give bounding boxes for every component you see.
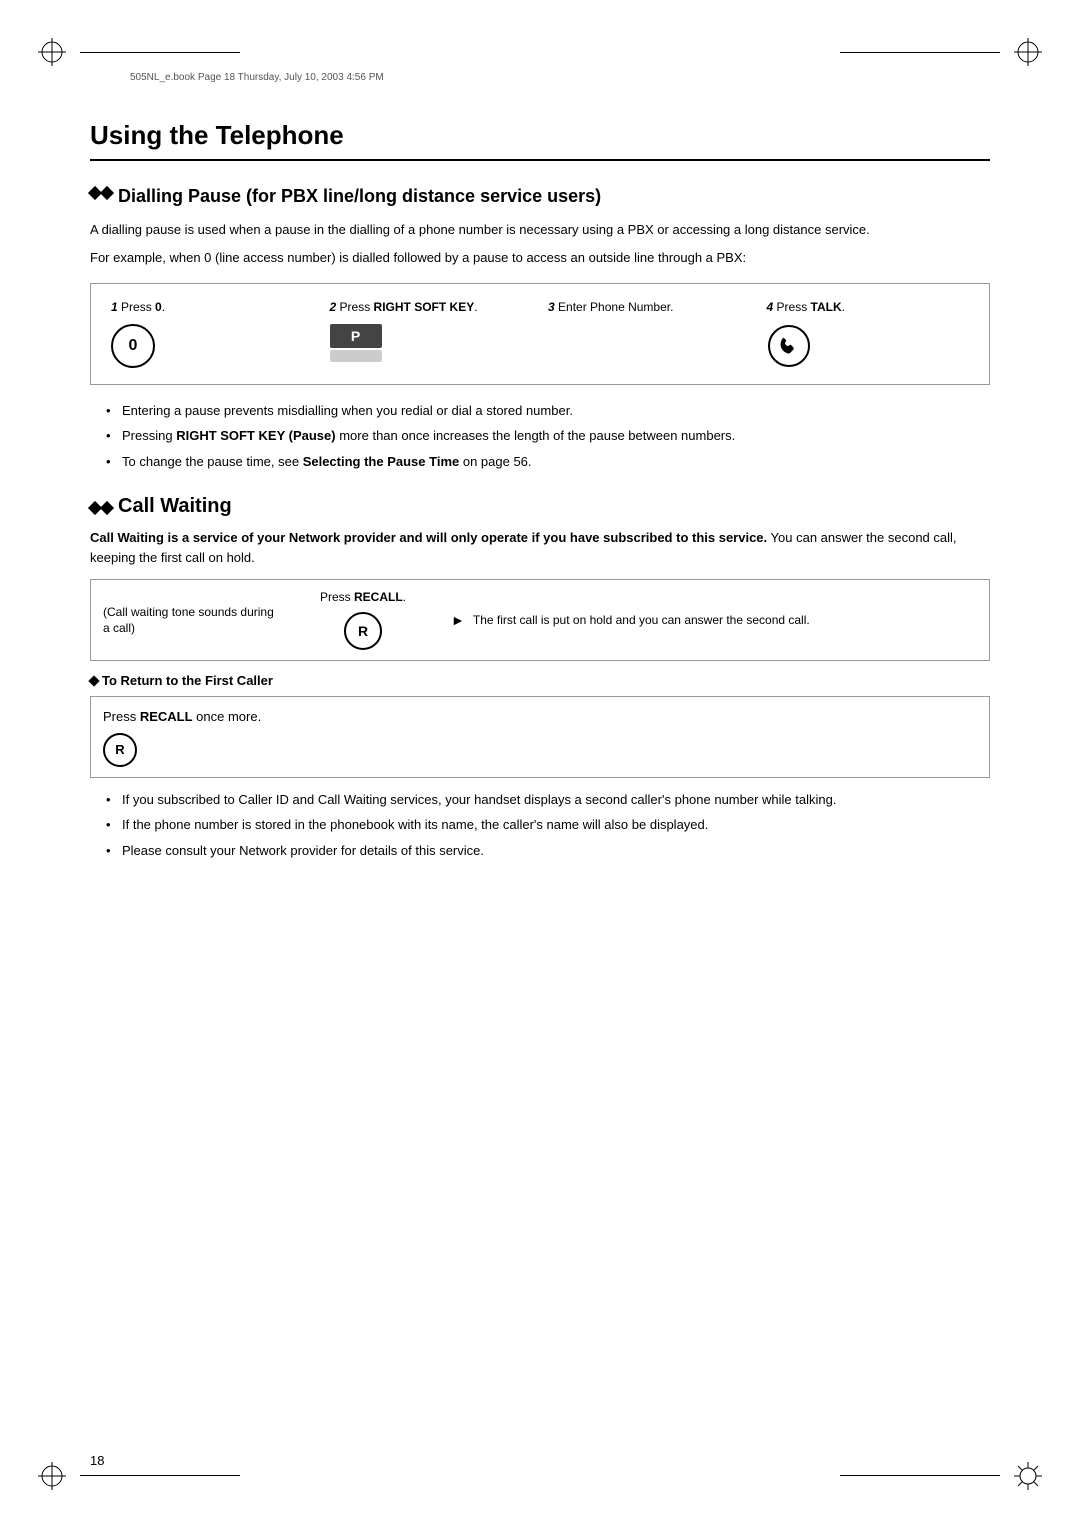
step-3-number: 3 — [548, 300, 555, 314]
corner-mark-tr — [1014, 38, 1042, 66]
dialling-pause-heading: Dialling Pause (for PBX line/long distan… — [90, 185, 990, 208]
cw-bullet-1: If you subscribed to Caller ID and Call … — [106, 790, 990, 810]
bullet-2: Pressing RIGHT SOFT KEY (Pause) more tha… — [106, 426, 990, 446]
return-to-first-caller-heading: To Return to the First Caller — [90, 673, 990, 688]
step-2-label: 2 Press RIGHT SOFT KEY. — [330, 300, 478, 316]
recall-key-r2: R — [103, 733, 137, 767]
cw-cell-2: Press RECALL. R — [283, 590, 443, 650]
zero-key: 0 — [111, 324, 155, 368]
diamond-2 — [100, 186, 114, 200]
arrow-right-icon: ► — [451, 612, 465, 628]
call-waiting-intro-bold: Call Waiting is a service of your Networ… — [90, 530, 767, 545]
recall-box: Press RECALL once more. R — [90, 696, 990, 778]
p-button-top: P — [330, 324, 382, 348]
top-rule-right — [840, 52, 1000, 53]
cw-diamond-2 — [100, 501, 114, 515]
p-button-bottom — [330, 350, 382, 362]
corner-mark-tl — [38, 38, 66, 66]
step-2-number: 2 — [330, 300, 337, 314]
cw-bullet-3: Please consult your Network provider for… — [106, 841, 990, 861]
cw-cell-3: The first call is put on hold and you ca… — [473, 612, 977, 629]
step-1-key-label: 0 — [155, 300, 162, 314]
top-rule-left — [80, 52, 240, 53]
small-diamond-icon — [88, 675, 99, 686]
call-waiting-table: (Call waiting tone sounds during a call)… — [90, 579, 990, 661]
step-2-icon: P — [330, 324, 382, 362]
step-1-label: 1 Press 0. — [111, 300, 165, 316]
diamond-icon-pair — [90, 188, 112, 198]
call-waiting-intro: Call Waiting is a service of your Networ… — [90, 528, 990, 567]
step-4: 4 Press TALK. — [759, 300, 978, 368]
page: 505NL_e.book Page 18 Thursday, July 10, … — [0, 0, 1080, 1528]
cw-bullet-2: If the phone number is stored in the pho… — [106, 815, 990, 835]
page-number: 18 — [90, 1453, 104, 1468]
header-info: 505NL_e.book Page 18 Thursday, July 10, … — [130, 72, 384, 83]
step-4-number: 4 — [767, 300, 774, 314]
dialling-pause-section: Dialling Pause (for PBX line/long distan… — [90, 185, 990, 471]
dialling-pause-body1: A dialling pause is used when a pause in… — [90, 220, 990, 240]
cw-arrow: ► — [443, 612, 473, 628]
call-waiting-heading: Call Waiting — [90, 495, 990, 518]
step-1-icon: 0 — [111, 324, 155, 368]
step-1-number: 1 — [111, 300, 118, 314]
step-2: 2 Press RIGHT SOFT KEY. P — [322, 300, 541, 362]
dialling-pause-body2: For example, when 0 (line access number)… — [90, 248, 990, 268]
return-to-first-caller-label: To Return to the First Caller — [102, 673, 273, 688]
cw-cell-1: (Call waiting tone sounds during a call) — [103, 604, 283, 638]
corner-mark-br — [1014, 1462, 1042, 1490]
corner-mark-bl — [38, 1462, 66, 1490]
steps-container: 1 Press 0. 0 2 Press RIGHT SOFT KEY. P — [90, 283, 990, 385]
step-3: 3 Enter Phone Number. — [540, 300, 759, 324]
recall-text: Press RECALL once more. — [103, 707, 977, 727]
bullet-1: Entering a pause prevents misdialling wh… — [106, 401, 990, 421]
call-waiting-bullets: If you subscribed to Caller ID and Call … — [106, 790, 990, 861]
step-4-label: 4 Press TALK. — [767, 300, 845, 316]
bullet-3: To change the pause time, see Selecting … — [106, 452, 990, 472]
step-2-key-label: RIGHT SOFT KEY — [374, 300, 475, 314]
step-1: 1 Press 0. 0 — [103, 300, 322, 368]
p-key-box: P — [330, 324, 382, 362]
step-4-key-label: TALK — [811, 300, 842, 314]
cw-press-recall-label: Press RECALL. — [320, 590, 406, 604]
dialling-pause-bullets: Entering a pause prevents misdialling wh… — [106, 401, 990, 472]
chapter-title: Using the Telephone — [90, 120, 990, 161]
step-3-label: 3 Enter Phone Number. — [548, 300, 673, 316]
dialling-pause-title: Dialling Pause (for PBX line/long distan… — [118, 185, 601, 208]
recall-key-r: R — [344, 612, 382, 650]
bottom-rule-left — [80, 1475, 240, 1476]
step-4-icon — [767, 324, 811, 368]
call-waiting-section: Call Waiting Call Waiting is a service o… — [90, 495, 990, 860]
talk-key-icon — [767, 324, 811, 368]
cw-table-row: (Call waiting tone sounds during a call)… — [91, 580, 989, 660]
recall-key-container: R — [103, 733, 977, 767]
main-content: Using the Telephone Dialling Pause (for … — [90, 120, 990, 860]
bottom-rule-right — [840, 1475, 1000, 1476]
cw-diamond-icon-pair — [90, 503, 112, 513]
call-waiting-title: Call Waiting — [118, 495, 232, 518]
